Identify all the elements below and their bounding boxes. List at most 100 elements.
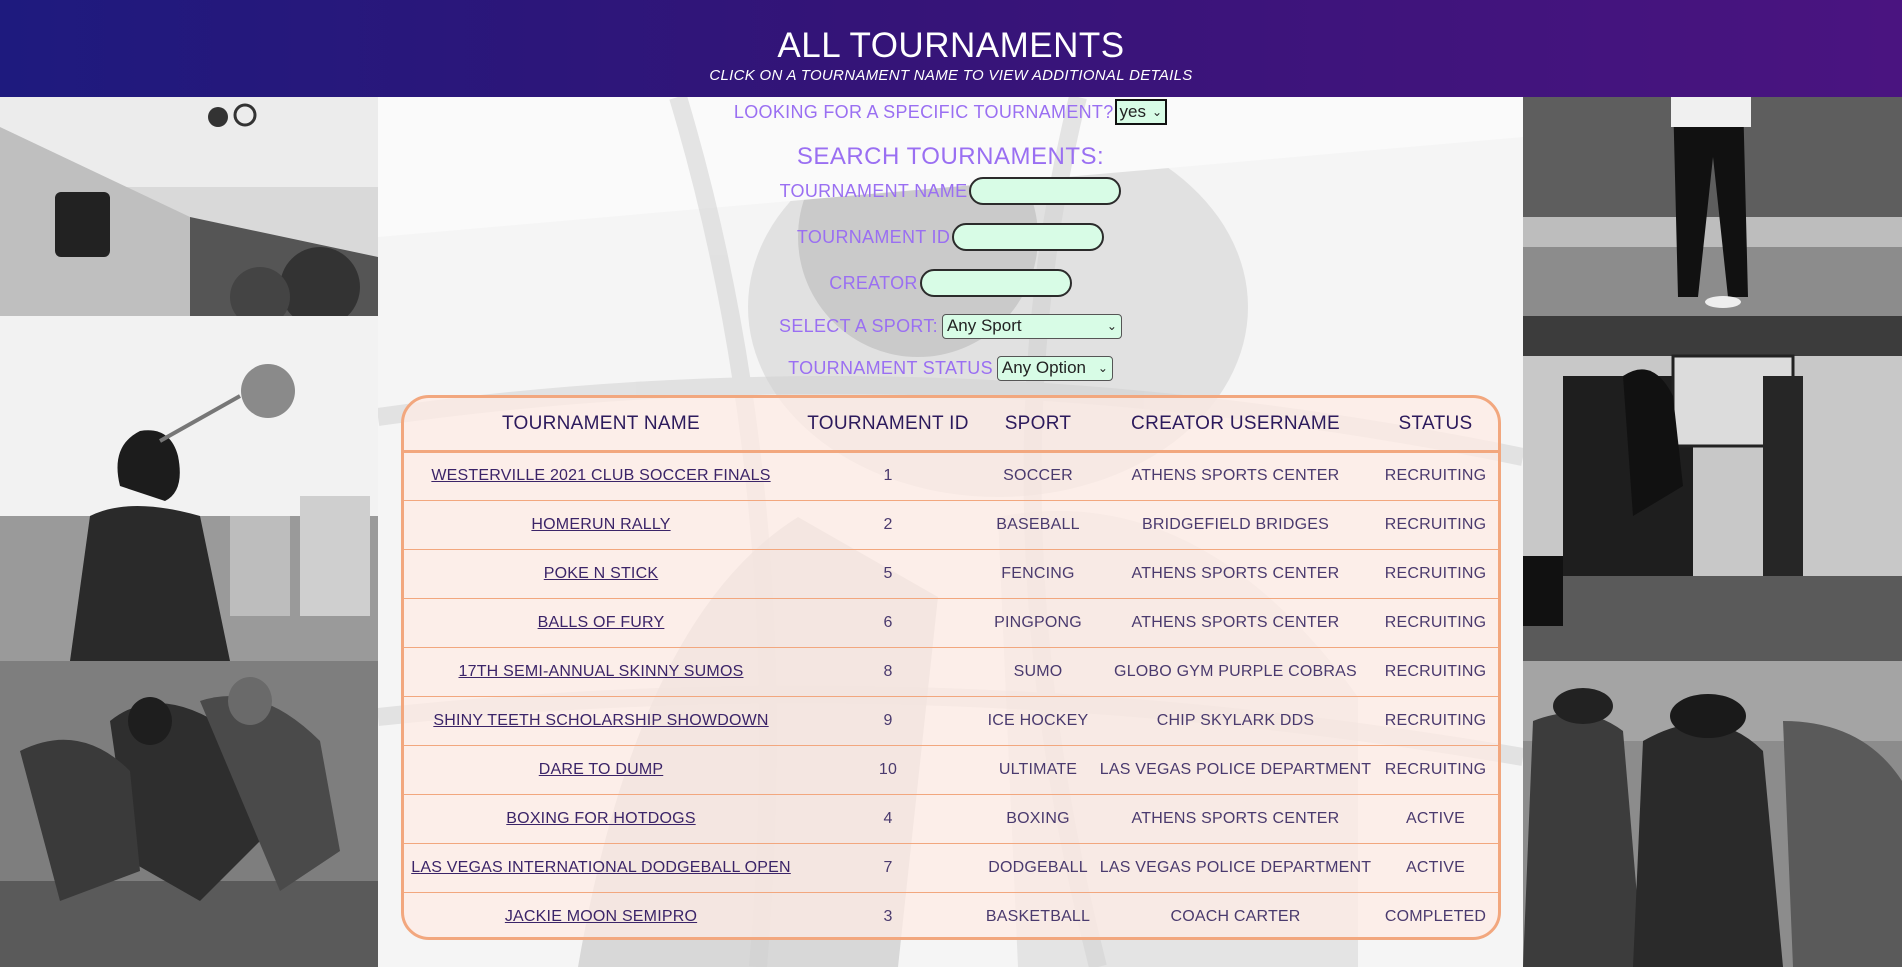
chevron-down-icon: ⌄ <box>1106 319 1117 333</box>
status-cell: COMPLETED <box>1384 907 1487 925</box>
chevron-down-icon: ⌄ <box>1152 105 1163 119</box>
column-header-name[interactable]: TOURNAMENT NAME <box>404 398 798 453</box>
table-row: HOMERUN RALLY 2 BASEBALL BRIDGEFIELD BRI… <box>404 500 1498 550</box>
table-row: SHINY TEETH SCHOLARSHIP SHOWDOWN 9 ICE H… <box>404 696 1498 746</box>
name-row: TOURNAMENT NAME <box>378 175 1523 207</box>
creator-cell: CHIP SKYLARK DDS <box>1098 696 1373 746</box>
tournament-id-cell: 8 <box>798 647 978 697</box>
sport-select[interactable]: Any Sport ⌄ <box>941 313 1122 339</box>
tournament-id-cell: 4 <box>798 794 978 844</box>
tournament-id-cell: 2 <box>798 500 978 550</box>
status-cell: RECRUITING <box>1373 647 1498 697</box>
left-photo-column <box>0 97 378 967</box>
tournament-name-link[interactable]: SHINY TEETH SCHOLARSHIP SHOWDOWN <box>433 712 768 729</box>
table-header-row: TOURNAMENT NAME TOURNAMENT ID SPORT CREA… <box>404 398 1498 453</box>
sport-cell: SUMO <box>978 647 1098 697</box>
search-title-row: SEARCH TOURNAMENTS: <box>378 141 1523 173</box>
tournament-name-link[interactable]: WESTERVILLE 2021 CLUB SOCCER FINALS <box>431 467 770 484</box>
status-cell: RECRUITING <box>1373 549 1498 599</box>
stadium-fans-photo <box>1523 661 1902 967</box>
sport-cell: BASKETBALL <box>985 907 1091 925</box>
status-row: TOURNAMENT STATUS Any Option ⌄ <box>378 354 1523 382</box>
tournament-name-link[interactable]: LAS VEGAS INTERNATIONAL DODGEBALL OPEN <box>411 859 791 876</box>
golfer-photo <box>1523 97 1902 316</box>
tournaments-table: TOURNAMENT NAME TOURNAMENT ID SPORT CREA… <box>404 398 1498 937</box>
sport-cell: SOCCER <box>978 451 1098 501</box>
tournament-id-cell: 10 <box>798 745 978 795</box>
tournament-id-cell: 3 <box>883 907 893 925</box>
column-header-sport[interactable]: SPORT <box>978 398 1098 453</box>
page-subtitle: CLICK ON A TOURNAMENT NAME TO VIEW ADDIT… <box>709 67 1193 84</box>
sport-cell: BOXING <box>978 794 1098 844</box>
status-select[interactable]: Any Option ⌄ <box>996 355 1113 381</box>
tournament-id-cell: 1 <box>798 451 978 501</box>
chevron-down-icon: ⌄ <box>1097 361 1108 375</box>
creator-cell: GLOBO GYM PURPLE COBRAS <box>1098 647 1373 697</box>
status-label: TOURNAMENT STATUS <box>788 357 993 378</box>
column-header-creator[interactable]: CREATOR USERNAME <box>1098 398 1373 453</box>
tournament-name-link[interactable]: HOMERUN RALLY <box>531 516 670 533</box>
creator-cell: COACH CARTER <box>1170 907 1301 925</box>
tournament-name-link[interactable]: JACKIE MOON SEMIPRO <box>505 908 697 925</box>
sport-cell: DODGEBALL <box>978 843 1098 893</box>
tournament-id-label: TOURNAMENT ID <box>796 226 951 247</box>
status-cell: RECRUITING <box>1373 500 1498 550</box>
status-cell: RECRUITING <box>1373 696 1498 746</box>
sport-cell: FENCING <box>978 549 1098 599</box>
table-row: LAS VEGAS INTERNATIONAL DODGEBALL OPEN 7… <box>404 843 1498 893</box>
table-row: WESTERVILLE 2021 CLUB SOCCER FINALS 1 SO… <box>404 451 1498 501</box>
page-title: ALL TOURNAMENTS <box>777 26 1125 65</box>
column-header-id[interactable]: TOURNAMENT ID <box>798 398 978 453</box>
creator-cell: BRIDGEFIELD BRIDGES <box>1098 500 1373 550</box>
creator-cell: ATHENS SPORTS CENTER <box>1098 451 1373 501</box>
sprint-start-photo <box>0 661 378 967</box>
specific-search-row: LOOKING FOR A SPECIFIC TOURNAMENT? yes ⌄ <box>378 98 1523 126</box>
sport-row: SELECT A SPORT: Any Sport ⌄ <box>378 312 1523 340</box>
tournament-id-cell: 6 <box>798 598 978 648</box>
column-header-status[interactable]: STATUS <box>1373 398 1498 453</box>
tournament-name-label: TOURNAMENT NAME <box>779 180 968 201</box>
creator-label: CREATOR <box>829 272 918 293</box>
creator-cell: LAS VEGAS POLICE DEPARTMENT <box>1098 745 1373 795</box>
right-photo-column <box>1523 97 1902 967</box>
sport-cell: PINGPONG <box>978 598 1098 648</box>
table-row: BOXING FOR HOTDOGS 4 BOXING ATHENS SPORT… <box>404 794 1498 844</box>
tournament-name-link[interactable]: DARE TO DUMP <box>539 761 664 778</box>
tournament-id-input[interactable] <box>952 223 1105 251</box>
tournament-id-cell: 9 <box>798 696 978 746</box>
bmx-stunt-photo <box>0 97 378 316</box>
tournament-id-cell: 7 <box>798 843 978 893</box>
main-content: LOOKING FOR A SPECIFIC TOURNAMENT? yes ⌄… <box>378 97 1523 967</box>
creator-cell: ATHENS SPORTS CENTER <box>1098 794 1373 844</box>
basketball-dunk-photo <box>1523 316 1902 661</box>
table-row: BALLS OF FURY 6 PINGPONG ATHENS SPORTS C… <box>404 598 1498 648</box>
sport-label: SELECT A SPORT: <box>779 315 938 336</box>
status-select-value: Any Option <box>1001 358 1086 377</box>
table-row: 17TH SEMI-ANNUAL SKINNY SUMOS 8 SUMO GLO… <box>404 647 1498 697</box>
status-cell: RECRUITING <box>1373 451 1498 501</box>
tournament-name-link[interactable]: POKE N STICK <box>544 565 658 582</box>
specific-search-label: LOOKING FOR A SPECIFIC TOURNAMENT? <box>733 101 1114 122</box>
id-row: TOURNAMENT ID <box>378 221 1523 253</box>
tournament-id-cell: 5 <box>798 549 978 599</box>
creator-input[interactable] <box>919 269 1072 297</box>
table-row: POKE N STICK 5 FENCING ATHENS SPORTS CEN… <box>404 549 1498 599</box>
creator-cell: ATHENS SPORTS CENTER <box>1098 598 1373 648</box>
creator-row: CREATOR <box>378 267 1523 299</box>
sport-cell: BASEBALL <box>978 500 1098 550</box>
table-row: DARE TO DUMP 10 ULTIMATE LAS VEGAS POLIC… <box>404 745 1498 795</box>
status-cell: RECRUITING <box>1373 745 1498 795</box>
tournament-name-link[interactable]: 17TH SEMI-ANNUAL SKINNY SUMOS <box>459 663 744 680</box>
tournament-name-input[interactable] <box>969 177 1122 205</box>
tournament-name-link[interactable]: BALLS OF FURY <box>538 614 665 631</box>
status-cell: ACTIVE <box>1373 794 1498 844</box>
status-cell: ACTIVE <box>1373 843 1498 893</box>
table-row: JACKIE MOON SEMIPRO 3 BASKETBALL COACH C… <box>404 892 1498 937</box>
creator-cell: ATHENS SPORTS CENTER <box>1098 549 1373 599</box>
specific-search-select[interactable]: yes ⌄ <box>1114 99 1168 125</box>
specific-search-value: yes <box>1119 102 1146 121</box>
sport-cell: ULTIMATE <box>978 745 1098 795</box>
sport-select-value: Any Sport <box>946 316 1022 335</box>
tournament-name-link[interactable]: BOXING FOR HOTDOGS <box>506 810 695 827</box>
tournaments-table-container: TOURNAMENT NAME TOURNAMENT ID SPORT CREA… <box>401 395 1501 940</box>
